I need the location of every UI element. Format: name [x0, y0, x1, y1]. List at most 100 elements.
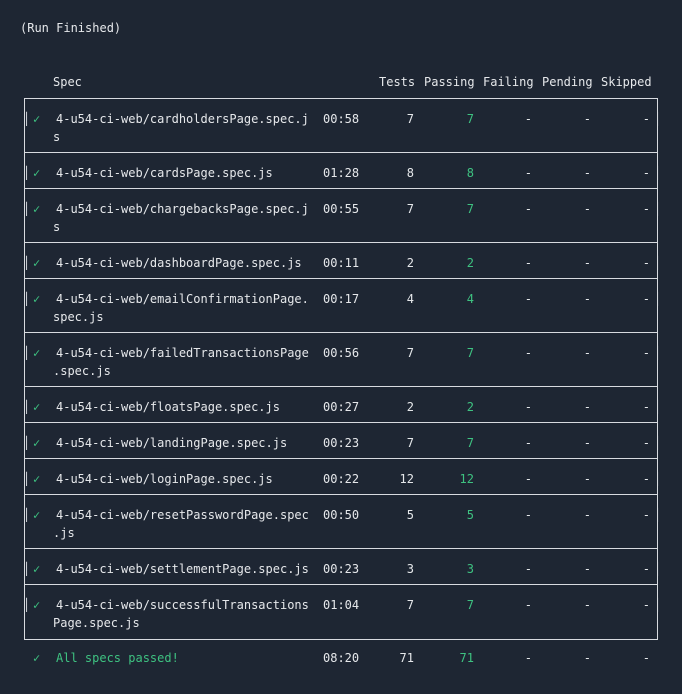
row-separator — [24, 548, 658, 549]
spec-duration: 00:55 — [323, 202, 360, 216]
passing-count: 7 — [466, 436, 474, 450]
row-pipe-left: │ — [23, 508, 31, 522]
row-pipe-left: │ — [23, 166, 31, 180]
pending-count: - — [583, 508, 591, 522]
spec-duration: 00:17 — [323, 292, 360, 306]
spec-name[interactable]: 4-u54-ci-web/floatsPage.spec.js — [56, 398, 280, 416]
skipped-count: - — [642, 292, 650, 306]
spec-duration: 01:28 — [323, 166, 360, 180]
column-header-passing: Passing — [424, 75, 475, 89]
failing-count: - — [524, 346, 532, 360]
summary-label: All specs passed! — [56, 651, 179, 665]
spec-duration: 00:27 — [323, 400, 360, 414]
pending-count: - — [583, 472, 591, 486]
row-pipe-right: │ — [654, 508, 662, 522]
table-row: ✓ 4-u54-ci-web/dashboardPage.spec.js 00:11… — [0, 254, 682, 272]
spec-name-continued: s — [53, 220, 61, 234]
table-row: ✓ 4-u54-ci-web/successfulTransactions Page… — [0, 596, 682, 632]
pending-count: - — [583, 166, 591, 180]
tests-count: 4 — [406, 292, 414, 306]
failing-count: - — [524, 112, 532, 126]
tests-count: 7 — [406, 202, 414, 216]
spec-name[interactable]: 4-u54-ci-web/landingPage.spec.js — [56, 434, 287, 452]
failing-count: - — [524, 472, 532, 486]
table-row: ✓ 4-u54-ci-web/failedTransactionsPage .spe… — [0, 344, 682, 380]
skipped-count: - — [642, 472, 650, 486]
row-separator — [24, 152, 658, 153]
pass-check-icon: ✓ — [33, 508, 41, 522]
pass-check-icon: ✓ — [33, 202, 41, 216]
row-pipe-right: │ — [654, 598, 662, 612]
row-separator — [24, 188, 658, 189]
failing-count: - — [524, 202, 532, 216]
spec-name[interactable]: 4-u54-ci-web/chargebacksPage.spec.j — [56, 200, 309, 218]
passing-count: 7 — [466, 202, 474, 216]
tests-count: 7 — [406, 436, 414, 450]
run-status: (Run Finished) — [20, 21, 122, 35]
row-pipe-left: │ — [23, 598, 31, 612]
row-separator — [24, 494, 658, 495]
row-pipe-left: │ — [23, 562, 31, 576]
row-pipe-left: │ — [23, 472, 31, 486]
row-pipe-left: │ — [23, 202, 31, 216]
spec-name[interactable]: 4-u54-ci-web/resetPasswordPage.spec — [56, 506, 309, 524]
failing-count: - — [524, 400, 532, 414]
spec-name[interactable]: 4-u54-ci-web/cardsPage.spec.js — [56, 164, 273, 182]
tests-count: 3 — [406, 562, 414, 576]
passing-count: 4 — [466, 292, 474, 306]
skipped-count: - — [642, 562, 650, 576]
spec-duration: 00:50 — [323, 508, 360, 522]
spec-name[interactable]: 4-u54-ci-web/emailConfirmationPage. — [56, 290, 309, 308]
row-pipe-right: │ — [654, 400, 662, 414]
spec-duration: 00:23 — [323, 562, 360, 576]
row-separator — [24, 278, 658, 279]
pending-count: - — [583, 202, 591, 216]
failing-count: - — [524, 256, 532, 270]
pending-count: - — [583, 112, 591, 126]
row-pipe-right: │ — [654, 166, 662, 180]
skipped-count: - — [642, 166, 650, 180]
spec-duration: 00:11 — [323, 256, 360, 270]
row-pipe-right: │ — [654, 256, 662, 270]
table-row: ✓ 4-u54-ci-web/settlementPage.spec.js 00:2… — [0, 560, 682, 578]
table-row: ✓ 4-u54-ci-web/cardsPage.spec.js 01:28 8 8 - -… — [0, 164, 682, 182]
column-header-skipped: Skipped — [601, 75, 652, 89]
spec-duration: 00:23 — [323, 436, 360, 450]
tests-count: 12 — [399, 472, 414, 486]
summary-failing: - — [524, 651, 532, 665]
summary-check-icon: ✓ — [33, 651, 41, 665]
spec-duration: 00:22 — [323, 472, 360, 486]
pass-check-icon: ✓ — [33, 292, 41, 306]
spec-name[interactable]: 4-u54-ci-web/cardholdersPage.spec.j — [56, 110, 309, 128]
summary-time: 08:20 — [323, 651, 360, 665]
pass-check-icon: ✓ — [33, 112, 41, 126]
pass-check-icon: ✓ — [33, 256, 41, 270]
passing-count: 2 — [466, 256, 474, 270]
pending-count: - — [583, 562, 591, 576]
spec-name[interactable]: 4-u54-ci-web/dashboardPage.spec.js — [56, 254, 302, 272]
passing-count: 7 — [466, 112, 474, 126]
pending-count: - — [583, 400, 591, 414]
spec-duration: 01:04 — [323, 598, 360, 612]
spec-name[interactable]: 4-u54-ci-web/failedTransactionsPage — [56, 344, 309, 362]
spec-duration: 00:58 — [323, 112, 360, 126]
summary-passing: 71 — [459, 651, 474, 665]
failing-count: - — [524, 598, 532, 612]
table-row: ✓ 4-u54-ci-web/cardholdersPage.spec.j s 00:… — [0, 110, 682, 146]
pending-count: - — [583, 346, 591, 360]
pass-check-icon: ✓ — [33, 472, 41, 486]
spec-name[interactable]: 4-u54-ci-web/loginPage.spec.js — [56, 470, 273, 488]
table-row: ✓ 4-u54-ci-web/resetPasswordPage.spec .js 0… — [0, 506, 682, 542]
row-pipe-right: │ — [654, 562, 662, 576]
row-pipe-left: │ — [23, 292, 31, 306]
passing-count: 7 — [466, 346, 474, 360]
skipped-count: - — [642, 400, 650, 414]
table-row: ✓ 4-u54-ci-web/emailConfirmationPage. spec… — [0, 290, 682, 326]
spec-name-continued: Page.spec.js — [53, 616, 140, 630]
row-pipe-left: │ — [23, 436, 31, 450]
spec-name[interactable]: 4-u54-ci-web/successfulTransactions — [56, 596, 309, 614]
failing-count: - — [524, 508, 532, 522]
spec-name[interactable]: 4-u54-ci-web/settlementPage.spec.js — [56, 560, 309, 578]
skipped-count: - — [642, 346, 650, 360]
row-pipe-right: │ — [654, 202, 662, 216]
